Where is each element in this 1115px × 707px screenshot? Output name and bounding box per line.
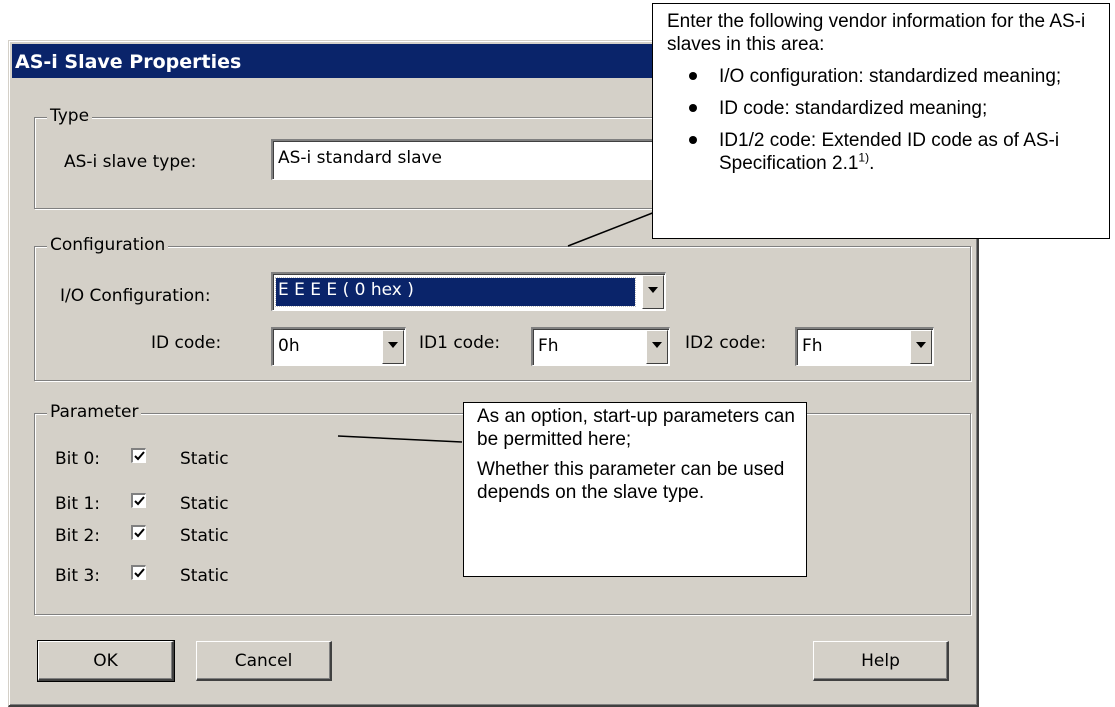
bullet-id12-period: . — [869, 153, 875, 174]
parameter-group-legend: Parameter — [47, 402, 142, 422]
cancel-button[interactable]: Cancel — [196, 641, 332, 681]
help-button[interactable]: Help — [813, 641, 949, 681]
bullet-id12-code: ID1/2 code: Extended ID code as of AS-i … — [719, 130, 1060, 174]
vendor-info-bullet: ID1/2 code: Extended ID code as of AS-i … — [667, 129, 1097, 175]
configuration-group: Configuration I/O Configuration: E E E E… — [34, 235, 971, 381]
vendor-info-intro: Enter the following vendor information f… — [667, 11, 1086, 55]
ok-button[interactable]: OK — [37, 640, 175, 682]
parameter-callout-text-1: As an option, start-up parameters can be… — [477, 406, 795, 450]
type-group-legend: Type — [47, 106, 93, 126]
chevron-down-icon — [652, 342, 662, 348]
checkmark-icon — [134, 568, 145, 578]
io-configuration-dropdown-button[interactable] — [642, 275, 664, 309]
id2-code-value: Fh — [802, 336, 823, 356]
vendor-info-callout: Enter the following vendor information f… — [652, 3, 1110, 239]
bit-0-static-label: Static — [180, 449, 229, 469]
bit-2-static-label: Static — [180, 526, 229, 546]
bit-0-checkbox[interactable] — [131, 448, 146, 463]
vendor-info-bullet: ID code: standardized meaning; — [667, 97, 1097, 120]
id1-code-value: Fh — [538, 336, 559, 356]
vendor-info-bullet: I/O configuration: standardized meaning; — [667, 65, 1097, 88]
id-code-label: ID code: — [151, 333, 222, 353]
id1-code-dropdown-button[interactable] — [646, 330, 668, 364]
chevron-down-icon — [648, 287, 658, 293]
chevron-down-icon — [916, 342, 926, 348]
bullet-icon — [689, 136, 697, 144]
bit-3-checkbox[interactable] — [131, 565, 146, 580]
bullet-icon — [689, 72, 697, 80]
io-configuration-select[interactable]: E E E E ( 0 hex ) — [271, 272, 666, 311]
io-configuration-label: I/O Configuration: — [60, 286, 211, 306]
id-code-dropdown-button[interactable] — [382, 330, 404, 364]
bit-1-label: Bit 1: — [55, 494, 100, 514]
slave-type-value: AS-i standard slave — [278, 148, 443, 168]
checkmark-icon — [134, 528, 145, 538]
id2-code-label: ID2 code: — [685, 333, 767, 353]
id2-code-select[interactable]: Fh — [795, 327, 934, 366]
id1-code-select[interactable]: Fh — [531, 327, 670, 366]
id-code-value: 0h — [278, 336, 300, 356]
bit-3-label: Bit 3: — [55, 566, 100, 586]
footnote-marker: 1) — [858, 150, 870, 165]
configuration-group-legend: Configuration — [47, 235, 169, 255]
checkmark-icon — [134, 496, 145, 506]
bit-3-static-label: Static — [180, 566, 229, 586]
bullet-id-code: ID code: standardized meaning; — [719, 98, 988, 119]
id2-code-dropdown-button[interactable] — [910, 330, 932, 364]
id1-code-label: ID1 code: — [419, 333, 501, 353]
parameter-callout: As an option, start-up parameters can be… — [463, 402, 807, 577]
bit-1-static-label: Static — [180, 494, 229, 514]
bit-2-label: Bit 2: — [55, 526, 100, 546]
bit-1-checkbox[interactable] — [131, 493, 146, 508]
parameter-callout-text-2: Whether this parameter can be used depen… — [477, 459, 785, 503]
slave-type-label: AS-i slave type: — [64, 152, 197, 172]
bullet-io-configuration: I/O configuration: standardized meaning; — [719, 66, 1062, 87]
io-configuration-value: E E E E ( 0 hex ) — [275, 277, 636, 307]
bit-0-label: Bit 0: — [55, 449, 100, 469]
bullet-icon — [689, 104, 697, 112]
checkmark-icon — [134, 451, 145, 461]
slave-type-field[interactable]: AS-i standard slave — [271, 139, 654, 180]
chevron-down-icon — [388, 342, 398, 348]
id-code-select[interactable]: 0h — [271, 327, 406, 366]
bit-2-checkbox[interactable] — [131, 525, 146, 540]
dialog-title: AS-i Slave Properties — [15, 51, 242, 73]
